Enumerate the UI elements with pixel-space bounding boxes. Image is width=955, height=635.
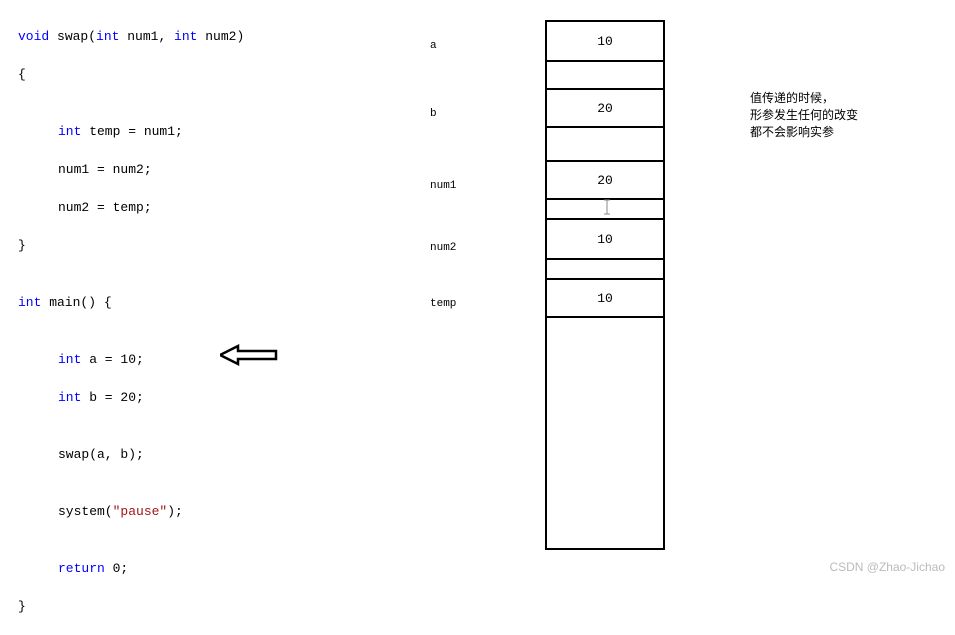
kw-int: int [58,124,81,139]
brace-open: { [18,65,358,84]
stmt-system: system( [58,504,113,519]
text-cursor-icon [602,199,612,219]
kw-int: int [58,352,81,367]
code-block: void swap(int num1, int num2) { int temp… [18,8,358,635]
stmt-temp: temp = num1; [81,124,182,139]
note-line-3: 都不会影响实参 [750,124,858,141]
kw-return: return [58,561,105,576]
str-pause: "pause" [113,504,168,519]
label-b: b [430,108,437,120]
note-line-2: 形参发生任何的改变 [750,107,858,124]
stmt-num1: num1 = num2; [18,160,152,179]
stmt-a: a = 10; [81,352,143,367]
explanation-note: 值传递的时候， 形参发生任何的改变 都不会影响实参 [750,90,858,141]
mem-cell-b: 20 [547,88,663,128]
stmt-b: b = 20; [81,390,143,405]
mem-cell-num1: 20 [547,160,663,200]
brace-close: } [18,236,358,255]
label-num2: num2 [430,242,456,254]
note-line-1: 值传递的时候， [750,90,858,107]
fn-main: main() { [41,295,111,310]
watermark: CSDN @Zhao-Jichao [829,560,945,574]
arrow-left-icon [220,344,278,370]
kw-int: int [174,29,197,44]
label-num1: num1 [430,180,456,192]
memory-diagram: 10 20 20 10 10 [545,20,670,560]
kw-void: void [18,29,49,44]
param-num1: num1, [119,29,174,44]
fn-swap: swap( [49,29,96,44]
kw-int: int [96,29,119,44]
stmt-num2: num2 = temp; [18,198,152,217]
label-a: a [430,40,437,52]
stmt-swap-call: swap(a, b); [18,445,144,464]
stmt-end: ); [167,504,183,519]
param-num2: num2) [197,29,244,44]
brace-close: } [18,597,358,616]
mem-cell-temp: 10 [547,278,663,318]
mem-cell-a: 10 [547,22,663,62]
kw-int: int [18,295,41,310]
mem-cell-num2: 10 [547,218,663,260]
stmt-return: 0; [105,561,128,576]
kw-int: int [58,390,81,405]
label-temp: temp [430,298,456,310]
